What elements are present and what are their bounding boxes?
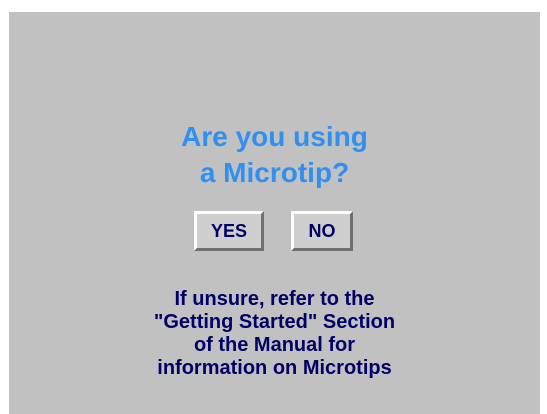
question-line-1: Are you using	[181, 121, 368, 152]
info-line-4: information on Microtips	[157, 357, 392, 379]
manual-info-text: If unsure, refer to the "Getting Started…	[9, 288, 540, 380]
question-line-2: a Microtip?	[199, 157, 350, 188]
yes-button[interactable]: YES	[194, 211, 264, 251]
dialog-panel: Are you using a Microtip? YES NO If unsu…	[9, 12, 540, 414]
microtip-question: Are you using a Microtip?	[9, 119, 540, 191]
no-button[interactable]: NO	[291, 211, 353, 251]
info-line-2: "Getting Started" Section	[153, 311, 396, 333]
info-line-1: If unsure, refer to the	[174, 288, 375, 310]
info-line-3: of the Manual for	[193, 334, 356, 356]
